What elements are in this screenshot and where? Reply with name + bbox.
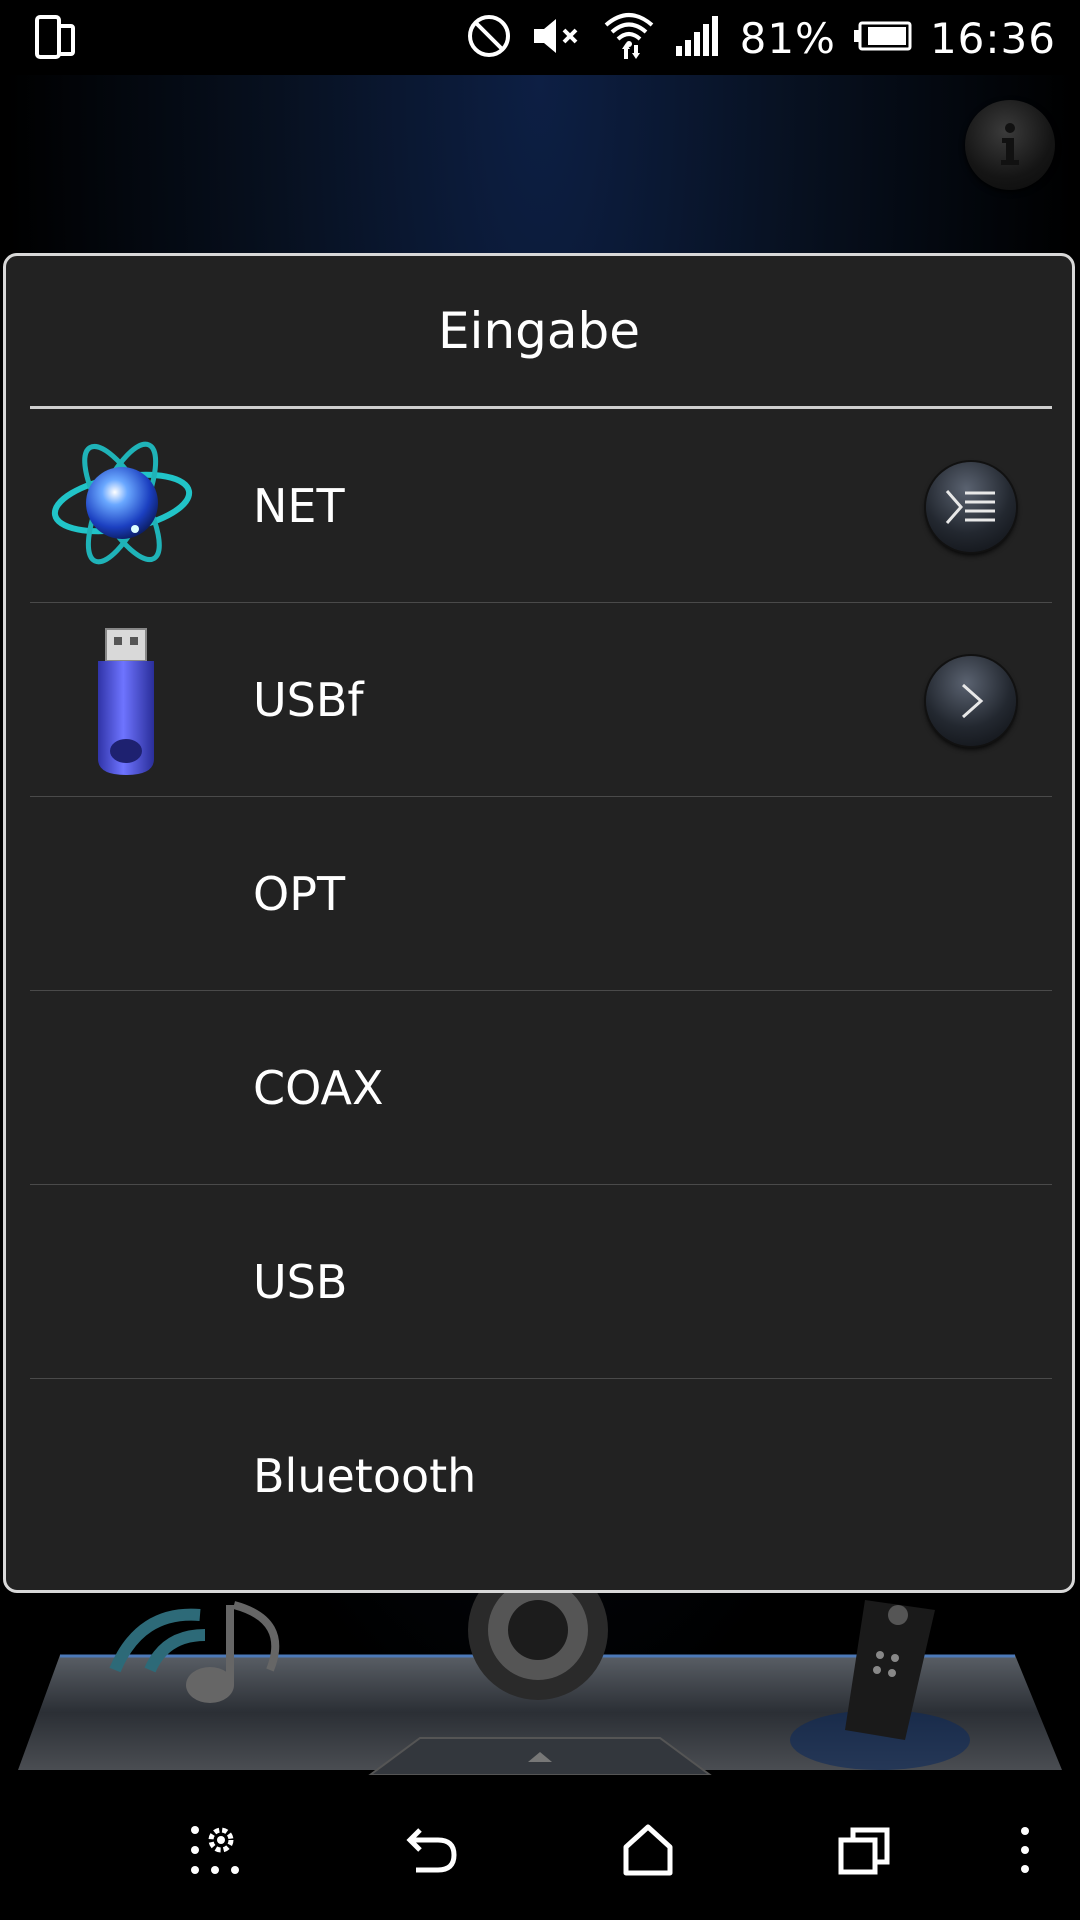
- signal-icon: [674, 16, 722, 60]
- wifi-icon: [602, 9, 656, 67]
- battery-percent: 81%: [739, 13, 836, 63]
- info-icon: [1001, 123, 1019, 165]
- usbf-browse-button[interactable]: [926, 656, 1016, 746]
- status-bar: 81% 16:36: [0, 0, 1080, 75]
- menu-list-icon: [945, 490, 995, 524]
- device-stage: [0, 1560, 1080, 1780]
- input-label: USB: [253, 1255, 348, 1309]
- navigation-bar: [0, 1775, 1080, 1920]
- info-button[interactable]: [965, 100, 1055, 190]
- input-item-coax[interactable]: COAX: [30, 991, 1052, 1185]
- input-item-net[interactable]: NET: [30, 409, 1052, 603]
- home-button[interactable]: [613, 1815, 683, 1885]
- recents-icon: [838, 1827, 890, 1875]
- input-item-usbf[interactable]: USBf: [30, 603, 1052, 797]
- overflow-menu-icon: [1021, 1827, 1029, 1873]
- mute-icon: [530, 13, 584, 63]
- net-menu-button[interactable]: [926, 462, 1016, 552]
- input-item-usb[interactable]: USB: [30, 1185, 1052, 1379]
- app-settings-button[interactable]: [180, 1815, 250, 1885]
- input-label: Bluetooth: [253, 1449, 477, 1503]
- input-label: OPT: [253, 867, 346, 921]
- home-icon: [623, 1824, 673, 1876]
- overflow-menu-button[interactable]: [990, 1815, 1060, 1885]
- input-list: NET USBf OPT COAX USB Bluetooth: [30, 409, 1052, 1573]
- battery-icon: [853, 21, 912, 55]
- back-icon: [406, 1828, 457, 1873]
- clock: 16:36: [929, 13, 1056, 63]
- back-button[interactable]: [397, 1815, 467, 1885]
- input-item-opt[interactable]: OPT: [30, 797, 1052, 991]
- do-not-disturb-icon: [466, 13, 512, 63]
- input-label: COAX: [253, 1061, 384, 1115]
- input-item-bluetooth[interactable]: Bluetooth: [30, 1379, 1052, 1573]
- chevron-right-icon: [962, 683, 984, 719]
- dual-screen-icon: [34, 14, 76, 64]
- usb-stick-icon: [50, 625, 200, 775]
- input-label: NET: [253, 479, 345, 533]
- dialog-title: Eingabe: [437, 302, 641, 360]
- recents-button[interactable]: [830, 1815, 900, 1885]
- input-label: USBf: [253, 673, 364, 727]
- network-atom-icon: [50, 431, 200, 581]
- app-settings-icon: [191, 1826, 239, 1874]
- input-select-dialog: Eingabe NET USBf OPT COAX USB Bluetooth: [3, 253, 1075, 1593]
